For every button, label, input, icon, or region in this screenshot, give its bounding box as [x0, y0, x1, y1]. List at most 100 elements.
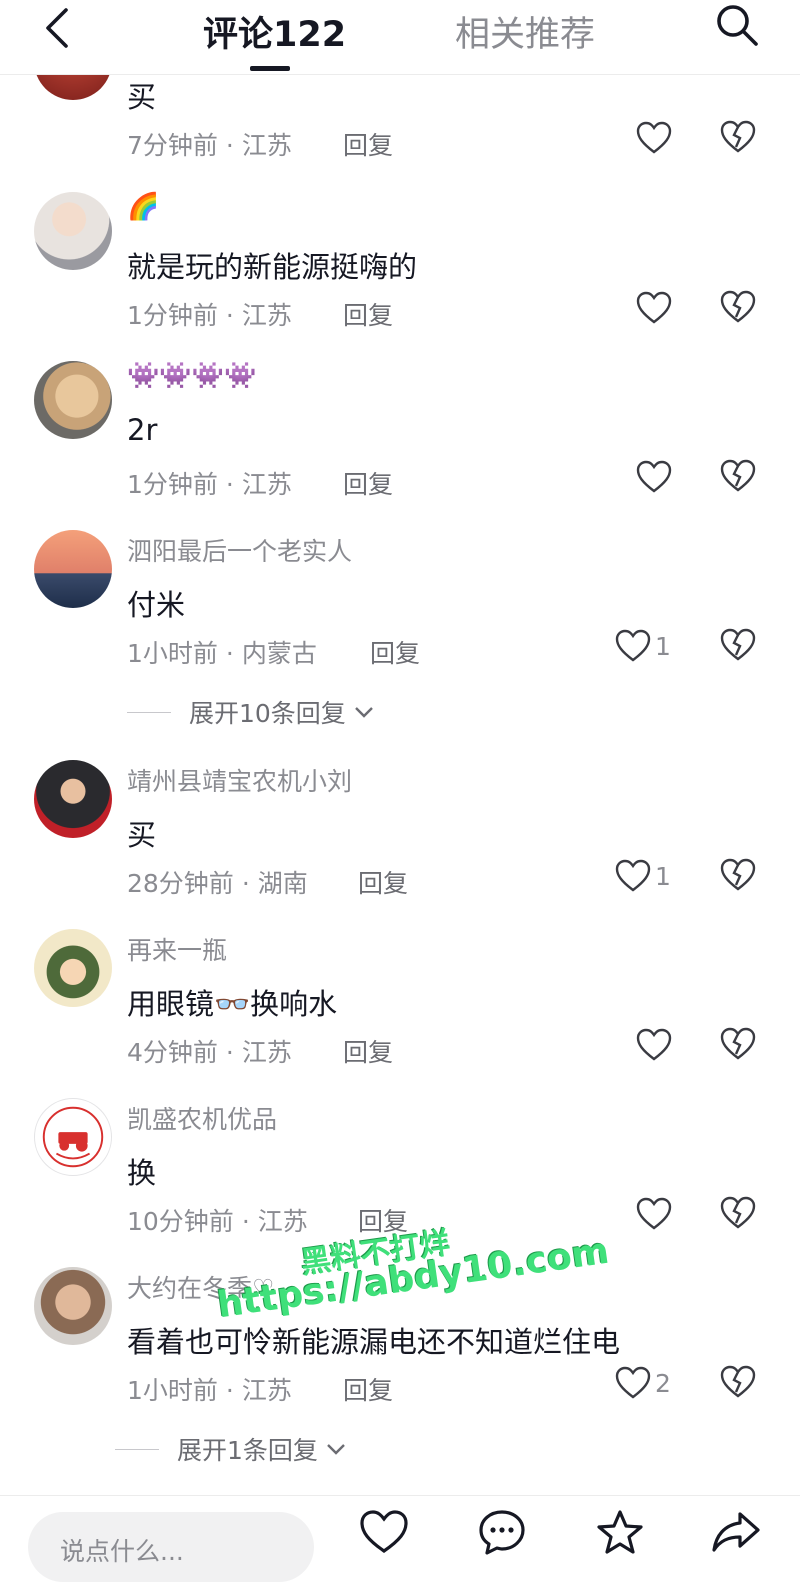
avatar[interactable]	[34, 1267, 112, 1345]
comment-location: 江苏	[241, 131, 292, 160]
comment-time: 1分钟前	[127, 301, 218, 330]
reply-button[interactable]: 回复	[343, 1371, 393, 1407]
comment-meta: 1小时前 · 江苏	[127, 1376, 292, 1405]
expand-replies-button[interactable]: 展开10条回复	[127, 694, 376, 730]
tab-comments[interactable]: 评论122	[203, 6, 346, 57]
search-icon[interactable]	[712, 0, 760, 48]
divider	[127, 711, 171, 713]
dislike-button[interactable]	[720, 1365, 756, 1401]
active-tab-indicator	[250, 66, 290, 71]
comment-location: 内蒙古	[241, 639, 317, 668]
dislike-button[interactable]	[720, 628, 756, 664]
expand-replies-button[interactable]: 展开1条回复	[115, 1431, 348, 1467]
reply-button[interactable]: 回复	[343, 1033, 393, 1069]
avatar[interactable]	[34, 361, 112, 439]
like-button[interactable]	[636, 118, 672, 158]
dislike-button[interactable]	[720, 858, 756, 894]
like-button[interactable]: 2	[615, 1363, 671, 1403]
broken-heart-icon	[720, 459, 756, 492]
comment-meta: 1小时前 · 内蒙古	[127, 639, 317, 668]
comment-text: 2r	[127, 413, 158, 447]
comment-time: 10分钟前	[127, 1207, 234, 1236]
divider	[115, 1448, 159, 1450]
comment-meta: 28分钟前 · 湖南	[127, 869, 308, 898]
back-arrow-icon[interactable]	[38, 4, 78, 50]
comment-list[interactable]: 买 7分钟前 · 江苏 回复 🌈 就是玩的新能源挺嗨的 1分钟前 · 江苏 回复 👾👾👾…	[0, 0, 800, 1495]
avatar[interactable]	[34, 929, 112, 1007]
username[interactable]: 靖州县靖宝农机小刘	[127, 762, 352, 798]
comment-text: 买	[127, 80, 157, 114]
heart-icon	[615, 859, 651, 892]
comment-location: 江苏	[241, 301, 292, 330]
comment-location: 江苏	[241, 1038, 292, 1067]
dislike-button[interactable]	[720, 1196, 756, 1232]
comment-time: 28分钟前	[127, 869, 234, 898]
username[interactable]: 👾👾👾👾	[127, 361, 257, 391]
comment-time: 1小时前	[127, 639, 218, 668]
comment-location: 江苏	[241, 470, 292, 499]
heart-icon	[636, 121, 672, 154]
comment-input[interactable]: 说点什么...	[28, 1512, 314, 1582]
tab-related[interactable]: 相关推荐	[455, 6, 595, 57]
comment-time: 7分钟前	[127, 131, 218, 160]
reply-button[interactable]: 回复	[343, 296, 393, 332]
expand-replies-label: 展开10条回复	[189, 699, 346, 728]
broken-heart-icon	[720, 858, 756, 891]
share-icon[interactable]	[710, 1508, 762, 1556]
comment-text: 就是玩的新能源挺嗨的	[127, 250, 418, 284]
heart-icon	[636, 460, 672, 493]
comment-icon[interactable]	[476, 1508, 528, 1556]
dislike-button[interactable]	[720, 290, 756, 326]
bottom-action-bar: 说点什么...	[0, 1495, 800, 1582]
comment-meta: 7分钟前 · 江苏	[127, 131, 292, 160]
reply-button[interactable]: 回复	[343, 465, 393, 501]
comment-time: 1分钟前	[127, 470, 218, 499]
comment-text: 用眼镜👓换响水	[127, 987, 338, 1021]
comment-meta: 10分钟前 · 江苏	[127, 1207, 308, 1236]
star-icon[interactable]	[594, 1508, 646, 1556]
expand-replies-label: 展开1条回复	[177, 1436, 318, 1465]
username[interactable]: 再来一瓶	[127, 931, 227, 967]
comment-text: 买	[127, 818, 157, 852]
comment-text: 看着也可怜新能源漏电还不知道烂住电	[127, 1325, 621, 1359]
avatar[interactable]	[34, 192, 112, 270]
reply-button[interactable]: 回复	[358, 864, 408, 900]
broken-heart-icon	[720, 290, 756, 323]
heart-icon	[636, 1028, 672, 1061]
chevron-down-icon	[354, 707, 373, 718]
like-button[interactable]: 1	[615, 626, 671, 666]
like-count: 2	[655, 1368, 671, 1398]
comment-text: 换	[127, 1156, 157, 1190]
broken-heart-icon	[720, 1196, 756, 1229]
dislike-button[interactable]	[720, 459, 756, 495]
like-count: 1	[655, 631, 671, 661]
avatar[interactable]	[34, 1098, 112, 1176]
username[interactable]: 凯盛农机优品	[127, 1100, 277, 1136]
reply-button[interactable]: 回复	[370, 634, 420, 670]
like-button[interactable]	[636, 1025, 672, 1065]
heart-icon	[615, 629, 651, 662]
dislike-button[interactable]	[720, 120, 756, 156]
like-button[interactable]	[636, 288, 672, 328]
comment-time: 4分钟前	[127, 1038, 218, 1067]
comment-time: 1小时前	[127, 1376, 218, 1405]
reply-button[interactable]: 回复	[343, 126, 393, 162]
avatar[interactable]	[34, 530, 112, 608]
comment-location: 江苏	[241, 1376, 292, 1405]
like-button[interactable]	[636, 1194, 672, 1234]
like-button[interactable]	[636, 457, 672, 497]
heart-icon	[636, 1197, 672, 1230]
broken-heart-icon	[720, 1365, 756, 1398]
username[interactable]: 🌈	[127, 192, 159, 222]
top-nav-bar: 评论122 相关推荐	[0, 0, 800, 75]
heart-icon	[615, 1366, 651, 1399]
username[interactable]: 泗阳最后一个老实人	[127, 532, 352, 568]
dislike-button[interactable]	[720, 1027, 756, 1063]
like-button[interactable]: 1	[615, 856, 671, 896]
broken-heart-icon	[720, 1027, 756, 1060]
avatar[interactable]	[34, 760, 112, 838]
like-icon[interactable]	[358, 1508, 410, 1556]
comment-input-placeholder: 说点什么...	[60, 1537, 184, 1566]
like-count: 1	[655, 861, 671, 891]
heart-icon	[636, 291, 672, 324]
